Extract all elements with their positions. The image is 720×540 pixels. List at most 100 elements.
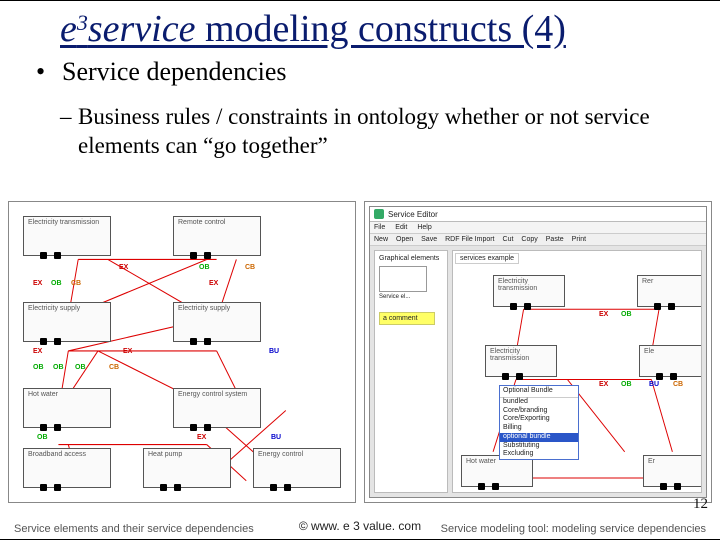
node-box[interactable]: Rer [637, 275, 702, 307]
list-item[interactable]: Substituting [500, 442, 578, 451]
edge-label: BU [269, 348, 279, 355]
bullet-list: • Service dependencies [36, 57, 720, 87]
menu-item[interactable]: File [374, 224, 385, 231]
node-box: Broadband access [23, 448, 111, 488]
edge-label: EX [33, 280, 42, 287]
list-item[interactable]: bundled [500, 398, 578, 407]
toolbar-button[interactable]: Save [421, 236, 437, 243]
node-label: Broadband access [28, 451, 86, 458]
toolbar-button[interactable]: Open [396, 236, 413, 243]
edge-label: OB [33, 364, 44, 371]
node-label: Electricity supply [28, 305, 80, 312]
node-label: Heat pump [148, 451, 182, 458]
toolbar-button[interactable]: Print [572, 236, 586, 243]
node-box: Heat pump [143, 448, 231, 488]
edge-label: CB [109, 364, 119, 371]
node-label: Electricity transmission [498, 278, 537, 292]
list-item[interactable]: Billing [500, 424, 578, 433]
title-service: service [88, 8, 196, 50]
edge-label: CB [71, 280, 81, 287]
edge-label: EX [599, 381, 608, 388]
toolbar-button[interactable]: Paste [546, 236, 564, 243]
node-label: Er [648, 458, 655, 465]
bullet-dot: • [36, 57, 62, 87]
list-item-selected[interactable]: optional bundle [500, 433, 578, 442]
slide: e3service modeling constructs (4) • Serv… [0, 1, 720, 539]
edge-label: OB [199, 264, 210, 271]
dropdown-header: Optional Bundle [500, 386, 578, 398]
edge-label: EX [123, 348, 132, 355]
node-box[interactable]: Electricity transmission [493, 275, 565, 307]
edge-label: EX [209, 280, 218, 287]
edge-label: OB [53, 364, 64, 371]
sticky-note[interactable]: a comment [379, 312, 435, 325]
toolbar: New Open Save RDF File Import Cut Copy P… [370, 234, 706, 246]
edge-label: OB [75, 364, 86, 371]
figures-row: Electricity transmission Remote control … [8, 201, 712, 503]
window-title: Service Editor [388, 210, 438, 219]
sub-bullet: –Business rules / constraints in ontolog… [78, 103, 720, 161]
edge-label: OB [51, 280, 62, 287]
node-label: Hot water [466, 458, 496, 465]
node-label: Energy control system [178, 391, 247, 398]
list-item[interactable]: Excluding [500, 450, 578, 459]
editor-window: Service Editor File Edit Help New Open S… [369, 206, 707, 498]
figure-left: Electricity transmission Remote control … [8, 201, 356, 503]
bullet-1: Service dependencies [62, 57, 287, 87]
node-label: Rer [642, 278, 653, 285]
toolbar-button[interactable]: Cut [503, 236, 514, 243]
node-box: Electricity supply [23, 302, 111, 342]
list-item[interactable]: Core/branding [500, 407, 578, 416]
node-box: Energy control [253, 448, 341, 488]
node-box[interactable]: Electricity transmission [485, 345, 557, 377]
window-titlebar: Service Editor [370, 207, 706, 222]
toolbar-button[interactable]: Copy [521, 236, 537, 243]
node-label: Electricity transmission [28, 219, 99, 226]
node-label: Ele [644, 348, 654, 355]
menu-item[interactable]: Edit [395, 224, 407, 231]
edge-label: BU [271, 434, 281, 441]
edge-label: OB [621, 311, 632, 318]
node-box: Electricity transmission [23, 216, 111, 256]
title-super: 3 [77, 10, 88, 35]
node-box: Remote control [173, 216, 261, 256]
menu-item[interactable]: Help [417, 224, 431, 231]
canvas-panel[interactable]: services example [452, 250, 702, 493]
dash: – [60, 103, 78, 132]
edge-label: OB [37, 434, 48, 441]
edge-label: CB [245, 264, 255, 271]
footer-copyright: © www. e 3 value. com [0, 519, 720, 533]
palette-header: Graphical elements [379, 255, 443, 262]
title-e: e [60, 8, 77, 50]
node-box[interactable]: Ele [639, 345, 702, 377]
edge-label: OB [621, 381, 632, 388]
node-label: Electricity supply [178, 305, 230, 312]
toolbar-button[interactable]: New [374, 236, 388, 243]
edge-label: EX [33, 348, 42, 355]
menubar: File Edit Help [370, 222, 706, 234]
sub-bullet-text: Business rules / constraints in ontology… [78, 104, 650, 158]
edge-label: EX [119, 264, 128, 271]
edge-label: EX [197, 434, 206, 441]
node-label: Energy control [258, 451, 303, 458]
palette-item[interactable] [379, 266, 427, 292]
title-rest: modeling constructs (4) [195, 8, 565, 50]
edge-label: CB [673, 381, 683, 388]
node-label: Remote control [178, 219, 225, 226]
figure-right: Service Editor File Edit Help New Open S… [364, 201, 712, 503]
slide-title: e3service modeling constructs (4) [60, 9, 720, 51]
app-icon [374, 209, 384, 219]
window-body: Graphical elements Service el... a comme… [370, 246, 706, 497]
edge-label: BU [649, 381, 659, 388]
list-item[interactable]: Core/Exporting [500, 415, 578, 424]
node-label: Hot water [28, 391, 58, 398]
palette-item-label: Service el... [379, 294, 443, 300]
node-box[interactable]: Er [643, 455, 702, 487]
toolbar-button[interactable]: RDF File Import [445, 236, 494, 243]
node-label: Electricity transmission [490, 348, 529, 362]
node-box: Hot water [23, 388, 111, 428]
dropdown-list[interactable]: Optional Bundle bundled Core/branding Co… [499, 385, 579, 460]
palette-panel: Graphical elements Service el... a comme… [374, 250, 448, 493]
page-number: 12 [693, 496, 708, 513]
node-box: Energy control system [173, 388, 261, 428]
